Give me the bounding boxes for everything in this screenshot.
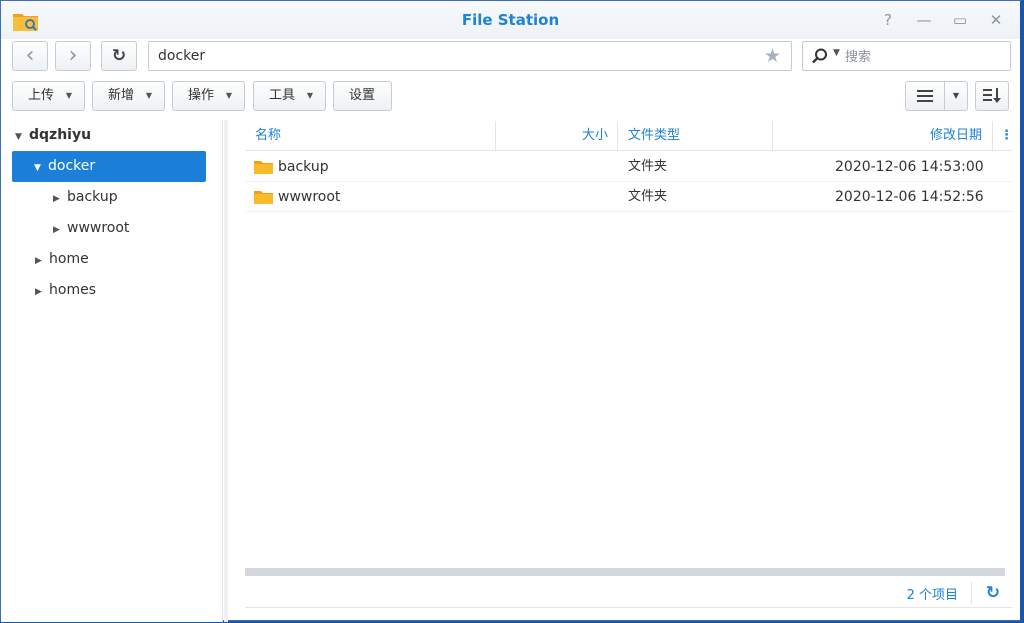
tools-button[interactable]: 工具 ▼ — [253, 81, 326, 111]
column-divider[interactable] — [772, 121, 773, 151]
caret-down-icon: ▼ — [225, 91, 232, 100]
status-divider — [971, 582, 972, 604]
refresh-icon[interactable]: ↻ — [986, 583, 1000, 603]
tree-item-label: home — [49, 251, 89, 267]
list-view-icon — [917, 90, 933, 102]
horizontal-scrollbar[interactable] — [245, 568, 1005, 576]
column-options-icon[interactable]: ⋮ — [1000, 121, 1013, 151]
upload-label: 上传 — [28, 88, 55, 103]
path-bar[interactable]: docker ★ — [148, 41, 792, 71]
chevron-left-icon: ‹ — [25, 43, 35, 68]
column-divider[interactable] — [617, 121, 618, 151]
refresh-button[interactable]: ↻ — [101, 41, 137, 71]
file-name: wwwroot — [278, 189, 341, 205]
caret-right-icon[interactable]: ▶ — [35, 246, 49, 277]
tree-item-label: wwwroot — [67, 220, 130, 236]
settings-button[interactable]: 设置 — [333, 81, 392, 111]
tree-item-label: dqzhiyu — [29, 127, 92, 143]
search-icon[interactable] — [811, 47, 829, 65]
column-header-modified[interactable]: 修改日期 — [930, 121, 982, 151]
folder-icon — [254, 161, 273, 174]
tools-label: 工具 — [269, 88, 296, 103]
tree-item-docker[interactable]: ▼ docker — [12, 151, 206, 182]
help-icon[interactable]: ? — [877, 9, 899, 31]
back-button[interactable]: ‹ — [12, 41, 48, 71]
column-header-size[interactable]: 大小 — [582, 121, 608, 151]
column-header-name[interactable]: 名称 — [255, 121, 281, 151]
table-row[interactable]: wwwroot 文件夹 2020-12-06 14:52:56 — [245, 182, 1012, 212]
create-button[interactable]: 新增 ▼ — [92, 81, 165, 111]
upload-button[interactable]: 上传 ▼ — [12, 81, 85, 111]
column-divider[interactable] — [992, 121, 993, 151]
sort-icon — [983, 88, 1001, 103]
table-row[interactable]: backup 文件夹 2020-12-06 14:53:00 — [245, 152, 1012, 182]
file-name: backup — [278, 159, 329, 175]
caret-right-icon[interactable]: ▶ — [35, 277, 49, 308]
file-station-window: File Station ? — ▭ ✕ ‹ › ↻ docker ★ ▼ 上传… — [0, 0, 1022, 622]
file-type: 文件夹 — [628, 159, 668, 174]
list-view-button[interactable] — [905, 81, 945, 111]
caret-down-icon[interactable]: ▼ — [833, 48, 840, 58]
tree-item-home[interactable]: ▶ home — [35, 244, 89, 275]
tree-item-label: docker — [48, 158, 96, 174]
tree-item-label: backup — [67, 189, 118, 205]
settings-label: 设置 — [349, 88, 376, 103]
action-label: 操作 — [188, 88, 215, 103]
refresh-icon: ↻ — [111, 46, 127, 66]
file-type: 文件夹 — [628, 189, 668, 204]
tree-item-wwwroot[interactable]: ▶ wwwroot — [53, 213, 129, 244]
folder-tree: ▼ dqzhiyu ▼ docker ▶ backup ▶ wwwroot ▶ home … — [1, 120, 223, 622]
tree-item-backup[interactable]: ▶ backup — [53, 182, 118, 213]
sidebar-splitter[interactable] — [224, 120, 228, 622]
caret-down-icon[interactable]: ▼ — [15, 122, 29, 153]
item-count: 2 个项目 — [906, 588, 958, 603]
file-modified: 2020-12-06 14:52:56 — [835, 189, 984, 205]
tree-item-label: homes — [49, 282, 96, 298]
search-input[interactable] — [845, 46, 1005, 68]
create-label: 新增 — [108, 88, 135, 103]
caret-right-icon[interactable]: ▶ — [53, 215, 67, 246]
tree-item-homes[interactable]: ▶ homes — [35, 275, 96, 306]
current-path: docker — [158, 48, 206, 64]
caret-down-icon: ▼ — [952, 91, 960, 100]
folder-icon — [254, 191, 273, 204]
caret-right-icon[interactable]: ▶ — [53, 184, 67, 215]
action-button[interactable]: 操作 ▼ — [172, 81, 245, 111]
view-options-dropdown[interactable]: ▼ — [944, 81, 968, 111]
search-box[interactable]: ▼ — [802, 41, 1011, 71]
close-icon[interactable]: ✕ — [985, 9, 1007, 31]
forward-button[interactable]: › — [55, 41, 91, 71]
file-list-header: 名称 大小 文件类型 修改日期 ⋮ — [245, 121, 1013, 151]
tree-root-dqzhiyu[interactable]: ▼ dqzhiyu — [15, 120, 91, 151]
window-title: File Station — [461, 11, 560, 29]
caret-down-icon[interactable]: ▼ — [34, 153, 48, 184]
column-divider[interactable] — [495, 121, 496, 151]
maximize-icon[interactable]: ▭ — [949, 9, 971, 31]
column-header-type[interactable]: 文件类型 — [628, 121, 680, 151]
title-bar: File Station ? — ▭ ✕ — [1, 1, 1020, 39]
sort-button[interactable] — [975, 81, 1009, 111]
minimize-icon[interactable]: — — [913, 9, 935, 31]
caret-down-icon: ▼ — [65, 91, 72, 100]
file-modified: 2020-12-06 14:53:00 — [835, 159, 984, 175]
star-icon[interactable]: ★ — [764, 45, 781, 67]
caret-down-icon: ▼ — [145, 91, 152, 100]
status-bar: 2 个项目 ↻ — [245, 578, 1012, 608]
chevron-right-icon: › — [68, 43, 78, 68]
caret-down-icon: ▼ — [306, 91, 313, 100]
